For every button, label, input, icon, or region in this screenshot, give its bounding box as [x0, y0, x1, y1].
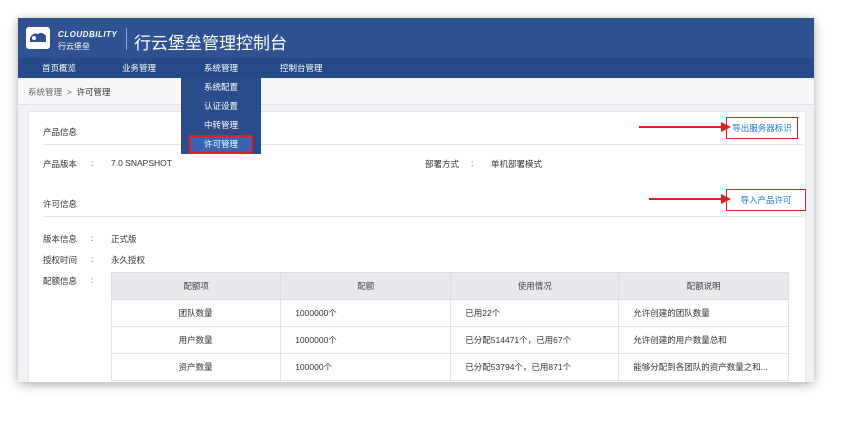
- table-cell: 1000000个: [280, 299, 452, 327]
- main-nav: 首页概览 业务管理 系统管理 控制台管理: [18, 58, 814, 78]
- export-server-id-button[interactable]: 导出服务器标识: [726, 117, 798, 139]
- divider: [43, 216, 803, 217]
- edition-label: 版本信息: [43, 234, 78, 244]
- menu-item-system-config[interactable]: 系统配置: [181, 78, 261, 97]
- table-cell: 团队数量: [110, 299, 282, 327]
- divider: [43, 144, 803, 145]
- menu-item-relay-management[interactable]: 中转管理: [181, 116, 261, 135]
- brand-english: CLOUDBILITY: [58, 30, 118, 39]
- table-header-row: 配额项 配额 使用情况 配额说明: [110, 272, 789, 300]
- table-cell: 允许创建的用户数量总和: [618, 326, 789, 354]
- breadcrumb-separator: >: [66, 87, 72, 97]
- quota-label: 配额信息: [43, 276, 78, 286]
- column-header: 使用情况: [450, 272, 620, 300]
- cloudbility-logo-icon: [26, 27, 50, 49]
- auth-time-value: 永久授权: [111, 255, 146, 265]
- table-cell: 已分配53794个，已用871个: [450, 353, 620, 381]
- table-cell: 能够分配到各团队的资产数量之和...: [618, 353, 789, 381]
- license-card: 产品信息 导出服务器标识 产品版本 : 7.0 SNAPSHOT 部署方式 : …: [28, 111, 806, 382]
- table-cell: 用户数量: [110, 326, 282, 354]
- table-cell: 已分配514471个，已用67个: [450, 326, 620, 354]
- product-version-label: 产品版本: [43, 159, 78, 169]
- column-header: 配额项: [110, 272, 282, 300]
- column-header: 配额说明: [618, 272, 789, 300]
- column-header: 配额: [280, 272, 452, 300]
- nav-item-business[interactable]: 业务管理: [122, 58, 156, 78]
- product-info-title: 产品信息: [43, 127, 78, 137]
- quota-table: 配额项 配额 使用情况 配额说明 团队数量 1000000个 已用22个 允许创…: [110, 272, 789, 381]
- table-row: 用户数量 1000000个 已分配514471个，已用67个 允许创建的用户数量…: [110, 326, 789, 354]
- nav-item-overview[interactable]: 首页概览: [42, 58, 76, 78]
- deploy-mode-label: 部署方式: [425, 159, 460, 169]
- app-title: 行云堡垒管理控制台: [134, 34, 287, 53]
- breadcrumb: 系统管理 > 许可管理: [18, 78, 814, 105]
- brand-divider: [126, 28, 127, 50]
- menu-item-license-management[interactable]: 许可管理: [189, 135, 253, 154]
- table-cell: 允许创建的团队数量: [618, 299, 789, 327]
- edition-value: 正式版: [111, 234, 137, 244]
- annotation-arrow-icon: [639, 122, 731, 132]
- license-info-title: 许可信息: [43, 199, 78, 209]
- table-row: 资产数量 100000个 已分配53794个，已用871个 能够分配到各团队的资…: [110, 353, 789, 381]
- top-header: CLOUDBILITY 行云堡垒 行云堡垒管理控制台: [18, 18, 814, 58]
- breadcrumb-current: 许可管理: [76, 87, 111, 97]
- menu-item-auth-settings[interactable]: 认证设置: [181, 97, 261, 116]
- nav-item-system[interactable]: 系统管理: [204, 58, 238, 78]
- table-cell: 已用22个: [450, 299, 620, 327]
- nav-item-console[interactable]: 控制台管理: [280, 58, 323, 78]
- import-license-button[interactable]: 导入产品许可: [726, 189, 806, 211]
- auth-time-label: 授权时间: [43, 255, 78, 265]
- deploy-mode-value: 单机部署模式: [491, 159, 543, 169]
- breadcrumb-parent[interactable]: 系统管理: [28, 87, 62, 97]
- brand-chinese: 行云堡垒: [58, 42, 90, 51]
- app-window: CLOUDBILITY 行云堡垒 行云堡垒管理控制台 首页概览 业务管理 系统管…: [18, 18, 814, 382]
- table-cell: 100000个: [280, 353, 452, 381]
- table-row: 团队数量 1000000个 已用22个 允许创建的团队数量: [110, 299, 789, 327]
- system-menu-dropdown: 系统配置 认证设置 中转管理 许可管理: [181, 78, 261, 154]
- product-version-value: 7.0 SNAPSHOT: [111, 158, 172, 168]
- annotation-arrow-icon: [649, 194, 731, 204]
- table-cell: 资产数量: [110, 353, 282, 381]
- table-cell: 1000000个: [280, 326, 452, 354]
